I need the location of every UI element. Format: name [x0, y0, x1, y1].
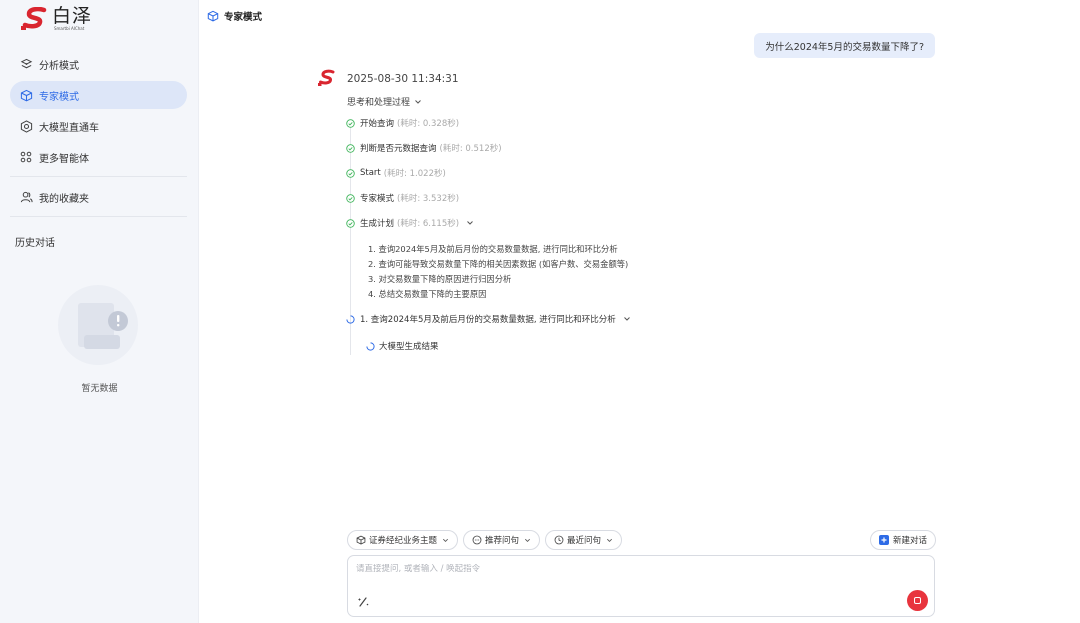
chip-label: 最近问句: [567, 536, 602, 546]
stop-icon: [914, 597, 921, 604]
chevron-down-icon: [415, 99, 421, 104]
sidebar-item-analysis[interactable]: 分析模式: [10, 50, 187, 78]
step-cost: (耗时: 0.328秒): [397, 119, 460, 129]
sidebar-item-llm[interactable]: 大模型直通车: [10, 112, 187, 140]
step-label: 开始查询: [360, 119, 395, 129]
sidebar-item-label: 我的收藏夹: [39, 193, 89, 205]
step-cost: (耗时: 0.512秒): [439, 144, 502, 154]
check-circle-icon: [346, 168, 355, 178]
chevron-down-icon: [607, 538, 613, 542]
step-label: 判断是否元数据查询: [360, 144, 437, 154]
chat-input-box: [347, 555, 935, 617]
plus-square-icon: [879, 535, 889, 545]
hexagon-icon: [19, 119, 33, 133]
clock-icon: [554, 535, 564, 545]
step-label: 1. 查询2024年5月及前后月份的交易数量数据, 进行同比和环比分析: [360, 315, 616, 325]
sidebar-item-expert[interactable]: 专家模式: [10, 81, 187, 109]
running-substep: 大模型生成结果: [366, 340, 439, 352]
cube-icon: [207, 10, 219, 22]
sidebar: 白泽 Smartbi AIChat 分析模式 专家模式 大模型直通车 更多智能体…: [0, 0, 199, 623]
grid-dots-icon: [19, 150, 33, 164]
new-chat-label: 新建对话: [893, 536, 928, 546]
magic-wand-icon[interactable]: [357, 595, 370, 608]
step-item-plan[interactable]: 生成计划 (耗时: 6.115秒): [346, 217, 474, 229]
plan-item: 1. 查询2024年5月及前后月份的交易数量数据, 进行同比和环比分析: [368, 244, 618, 254]
sidebar-item-label: 大模型直通车: [39, 122, 99, 134]
cube-icon: [19, 88, 33, 102]
recommended-questions-button[interactable]: 推荐问句: [463, 530, 541, 550]
chip-label: 推荐问句: [485, 536, 520, 546]
sidebar-item-label: 更多智能体: [39, 153, 89, 165]
chevron-down-icon: [467, 221, 473, 225]
chevron-down-icon: [443, 538, 449, 542]
step-item: 专家模式 (耗时: 3.532秒): [346, 192, 459, 204]
step-cost: (耗时: 6.115秒): [397, 219, 460, 229]
user-message: 为什么2024年5月的交易数量下降了?: [754, 33, 935, 58]
divider: [10, 176, 187, 177]
step-cost: (耗时: 3.532秒): [397, 194, 460, 204]
plan-item: 2. 查询可能导致交易数量下降的相关因素数据 (如客户数、交易金额等): [368, 259, 629, 269]
process-timeline: 开始查询 (耗时: 0.328秒) 判断是否元数据查询 (耗时: 0.512秒)…: [346, 113, 946, 355]
loading-spinner-icon: [346, 314, 355, 324]
sidebar-item-favorites[interactable]: 我的收藏夹: [10, 183, 187, 211]
step-cost: (耗时: 1.022秒): [383, 169, 446, 179]
step-label: 生成计划: [360, 219, 395, 229]
composer-toolbar: 证券经纪业务主题 推荐问句 最近问句: [347, 530, 623, 550]
empty-text: 暂无数据: [81, 384, 118, 394]
plan-list: 1. 查询2024年5月及前后月份的交易数量数据, 进行同比和环比分析 2. 查…: [368, 242, 628, 302]
check-circle-icon: [346, 118, 355, 128]
chevron-down-icon: [525, 538, 531, 542]
sidebar-item-agents[interactable]: 更多智能体: [10, 143, 187, 171]
running-step[interactable]: 1. 查询2024年5月及前后月份的交易数量数据, 进行同比和环比分析: [346, 313, 631, 325]
chat-input[interactable]: [356, 564, 916, 574]
step-item: 判断是否元数据查询 (耗时: 0.512秒): [346, 142, 502, 154]
plan-item: 4. 总结交易数量下降的主要原因: [368, 289, 487, 299]
chevron-down-icon: [623, 317, 630, 321]
page-title: 专家模式: [224, 12, 263, 23]
stop-button[interactable]: [907, 590, 928, 611]
sidebar-item-label: 分析模式: [39, 60, 79, 72]
step-item: 开始查询 (耗时: 0.328秒): [346, 117, 459, 129]
app-logo[interactable]: 白泽 Smartbi AIChat: [20, 6, 92, 31]
users-icon: [19, 190, 33, 204]
cube-icon: [356, 535, 366, 545]
divider: [10, 216, 187, 217]
chip-label: 证券经纪业务主题: [369, 536, 438, 546]
step-item: Start (耗时: 1.022秒): [346, 167, 446, 179]
mode-header: 专家模式: [207, 9, 262, 23]
logo-english: Smartbi AIChat: [54, 26, 85, 31]
chat-bubble-icon: [472, 535, 482, 545]
topic-select[interactable]: 证券经纪业务主题: [347, 530, 459, 550]
analysis-icon: [19, 57, 33, 71]
sidebar-item-label: 专家模式: [39, 91, 79, 103]
empty-state-illustration: [58, 285, 138, 365]
loading-spinner-icon: [366, 341, 375, 351]
check-circle-icon: [346, 193, 355, 203]
sidebar-nav: 分析模式 专家模式 大模型直通车 更多智能体 我的收藏夹: [10, 50, 187, 223]
substep-label: 大模型生成结果: [379, 342, 439, 352]
ai-avatar-icon: [318, 69, 335, 86]
message-timestamp: 2025-08-30 11:34:31: [347, 73, 459, 85]
step-label: Start: [360, 168, 381, 178]
thinking-toggle-label: 思考和处理过程: [347, 98, 411, 108]
check-circle-icon: [346, 143, 355, 153]
check-circle-icon: [346, 218, 355, 228]
logo-chinese: 白泽: [52, 5, 93, 27]
history-title: 历史对话: [15, 238, 55, 249]
new-chat-button[interactable]: 新建对话: [870, 530, 937, 550]
thinking-toggle[interactable]: 思考和处理过程: [347, 95, 422, 108]
brand-s-icon: [21, 6, 47, 30]
step-label: 专家模式: [360, 194, 395, 204]
recent-questions-button[interactable]: 最近问句: [545, 530, 623, 550]
plan-item: 3. 对交易数量下降的原因进行归因分析: [368, 274, 512, 284]
